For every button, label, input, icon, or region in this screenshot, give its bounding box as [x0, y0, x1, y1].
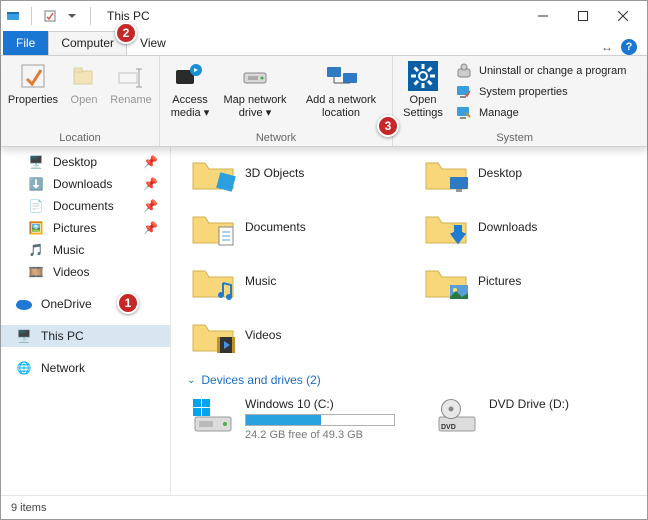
folder-pictures[interactable]: Pictures: [424, 263, 637, 299]
network-icon: 🌐: [15, 361, 33, 375]
dropdown-icon: ▾: [266, 107, 272, 119]
folder-3d-objects[interactable]: 3D Objects: [191, 155, 404, 191]
ribbon: Properties Open Rename Location Access m…: [1, 55, 647, 147]
uninstall-icon: [455, 62, 473, 80]
ribbon-minimize-icon[interactable]: ↔: [601, 40, 613, 54]
help-icon[interactable]: ?: [621, 39, 637, 55]
folder-downloads[interactable]: Downloads: [424, 209, 637, 245]
open-button[interactable]: Open: [65, 58, 103, 107]
system-properties-icon: [455, 83, 473, 101]
sidebar-item-pictures[interactable]: 🖼️Pictures📌: [1, 217, 170, 239]
drive-d-label: DVD Drive (D:): [489, 397, 569, 411]
title-bar: This PC: [1, 1, 647, 31]
open-settings-button[interactable]: Open Settings: [399, 58, 447, 120]
manage-button[interactable]: Manage: [455, 104, 626, 122]
tab-file[interactable]: File: [3, 31, 48, 55]
app-icon: [5, 8, 21, 24]
window-title: This PC: [107, 9, 150, 23]
dropdown-icon: ▾: [204, 107, 210, 119]
documents-icon: 📄: [27, 199, 45, 213]
sidebar-item-onedrive[interactable]: OneDrive: [1, 293, 170, 315]
drive-c-icon: [191, 397, 235, 435]
pin-icon: 📌: [143, 177, 158, 191]
folder-documents[interactable]: Documents: [191, 209, 404, 245]
sidebar-item-music[interactable]: 🎵Music: [1, 239, 170, 261]
qat-properties-icon[interactable]: [42, 8, 58, 24]
folder-music[interactable]: Music: [191, 263, 404, 299]
pin-icon: 📌: [143, 221, 158, 235]
sidebar-item-downloads[interactable]: ⬇️Downloads📌: [1, 173, 170, 195]
sidebar-item-desktop[interactable]: 🖥️Desktop📌: [1, 151, 170, 173]
pin-icon: 📌: [143, 155, 158, 169]
ribbon-group-network: Access media ▾ Map network drive ▾ Add a…: [160, 56, 393, 146]
drive-c-usage-bar: [245, 414, 395, 426]
annotation-marker-3: 3: [377, 115, 399, 137]
minimize-button[interactable]: [523, 4, 563, 28]
status-item-count: 9 items: [11, 502, 46, 514]
drive-c[interactable]: Windows 10 (C:) 24.2 GB free of 49.3 GB: [191, 397, 395, 441]
devices-section-header[interactable]: ⌄ Devices and drives (2): [187, 373, 637, 387]
videos-icon: 🎞️: [27, 265, 45, 279]
uninstall-program-button[interactable]: Uninstall or change a program: [455, 62, 626, 80]
annotation-marker-2: 2: [115, 22, 137, 44]
sidebar-item-documents[interactable]: 📄Documents📌: [1, 195, 170, 217]
annotation-marker-1: 1: [117, 292, 139, 314]
drive-c-freespace: 24.2 GB free of 49.3 GB: [245, 429, 395, 441]
downloads-icon: ⬇️: [27, 177, 45, 191]
ribbon-group-location: Properties Open Rename Location: [1, 56, 160, 146]
status-bar: 9 items: [1, 495, 647, 519]
qat-dropdown-icon[interactable]: [64, 8, 80, 24]
sidebar-item-network[interactable]: 🌐Network: [1, 357, 170, 379]
folder-videos[interactable]: Videos: [191, 317, 404, 353]
sidebar: 🖥️Desktop📌 ⬇️Downloads📌 📄Documents📌 🖼️Pi…: [1, 147, 171, 493]
rename-button[interactable]: Rename: [109, 58, 153, 107]
add-network-location-button[interactable]: Add a network location: [296, 58, 386, 120]
tab-row: File Computer View ↔ ?: [1, 31, 647, 55]
drive-d[interactable]: DVD DVD Drive (D:): [435, 397, 569, 441]
system-properties-button[interactable]: System properties: [455, 83, 626, 101]
maximize-button[interactable]: [563, 4, 603, 28]
folder-desktop[interactable]: Desktop: [424, 155, 637, 191]
manage-icon: [455, 104, 473, 122]
desktop-icon: 🖥️: [27, 155, 45, 169]
access-media-button[interactable]: Access media ▾: [166, 58, 214, 120]
drive-c-label: Windows 10 (C:): [245, 397, 395, 411]
svg-text:DVD: DVD: [441, 424, 456, 431]
close-button[interactable]: [603, 4, 643, 28]
content-pane: 3D Objects Desktop Documents Downloads M…: [171, 147, 647, 493]
thispc-icon: 🖥️: [15, 329, 33, 343]
sidebar-item-videos[interactable]: 🎞️Videos: [1, 261, 170, 283]
pictures-icon: 🖼️: [27, 221, 45, 235]
sidebar-item-thispc[interactable]: 🖥️This PC: [1, 325, 170, 347]
chevron-down-icon: ⌄: [187, 375, 195, 386]
music-icon: 🎵: [27, 243, 45, 257]
ribbon-group-system: Open Settings Uninstall or change a prog…: [393, 56, 636, 146]
pin-icon: 📌: [143, 199, 158, 213]
properties-button[interactable]: Properties: [7, 58, 59, 107]
drive-d-icon: DVD: [435, 397, 479, 435]
onedrive-icon: [15, 298, 33, 310]
map-network-drive-button[interactable]: Map network drive ▾: [220, 58, 290, 120]
